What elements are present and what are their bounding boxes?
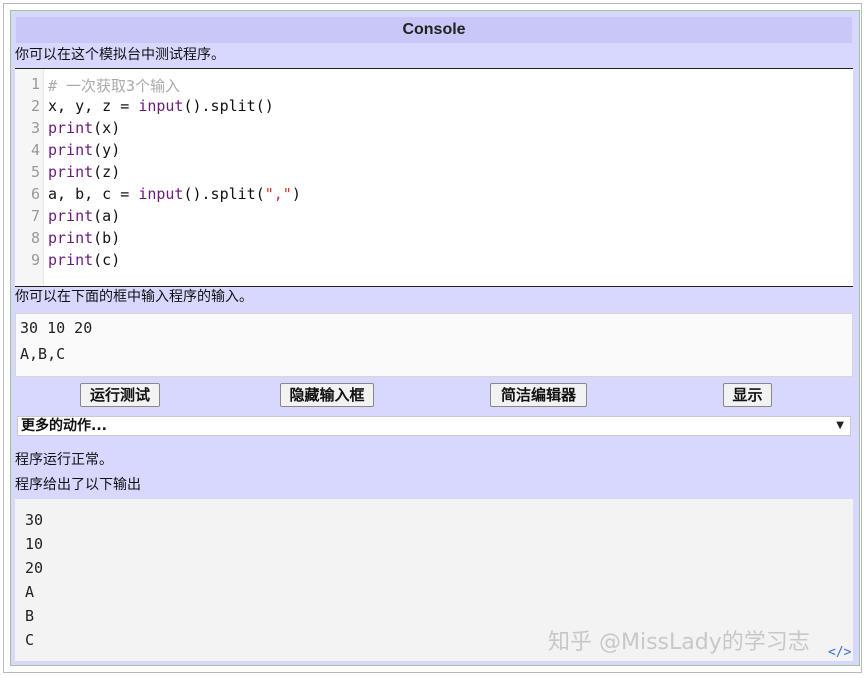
output-line: B (25, 607, 34, 625)
show-button[interactable]: 显示 (723, 383, 772, 407)
code-keyword: input (138, 97, 183, 115)
hide-input-button[interactable]: 隐藏输入框 (280, 383, 374, 407)
code-line: x, y, z = input().split() (48, 97, 274, 115)
more-actions-select[interactable]: 更多的动作... ▼ (17, 416, 851, 436)
line-number: 9 (31, 251, 40, 269)
code-text: (y) (93, 141, 120, 159)
code-text: ().split() (183, 97, 273, 115)
status-area: 程序运行正常。 程序给出了以下输出 (11, 439, 859, 499)
code-keyword: print (48, 163, 93, 181)
input-hint: 你可以在下面的框中输入程序的输入。 (15, 287, 253, 307)
code-keyword: print (48, 207, 93, 225)
code-keyword: print (48, 251, 93, 269)
code-line: print(x) (48, 119, 120, 137)
line-number: 1 (31, 75, 40, 93)
code-keyword: print (48, 119, 93, 137)
code-text: (a) (93, 207, 120, 225)
code-editor[interactable]: 1 2 3 4 5 6 7 8 9 # 一次获取3个输入 x, y, z = i… (15, 68, 853, 287)
code-line: print(b) (48, 229, 120, 247)
dropdown-arrow-icon: ▼ (836, 417, 844, 435)
watermark-text: 知乎 @MissLady的学习志 (548, 624, 810, 656)
code-line: # 一次获取3个输入 (48, 75, 180, 96)
line-number: 4 (31, 141, 40, 159)
line-number: 6 (31, 185, 40, 203)
run-status-text: 程序运行正常。 (15, 450, 113, 470)
output-line: 10 (25, 535, 43, 553)
input-line: A,B,C (20, 345, 65, 363)
code-text: (b) (93, 229, 120, 247)
code-text: ) (292, 185, 301, 203)
code-keyword: print (48, 141, 93, 159)
code-line: a, b, c = input().split(",") (48, 185, 301, 203)
console-title: Console (16, 17, 852, 43)
output-line: 30 (25, 511, 43, 529)
code-string: "," (265, 185, 292, 203)
code-line: print(a) (48, 207, 120, 225)
run-test-button[interactable]: 运行测试 (80, 383, 160, 407)
code-line: print(y) (48, 141, 120, 159)
line-number: 3 (31, 119, 40, 137)
code-expand-icon[interactable]: </> (828, 645, 851, 660)
code-text: (z) (93, 163, 120, 181)
code-comment: # 一次获取3个输入 (48, 77, 180, 95)
line-number: 7 (31, 207, 40, 225)
output-line: A (25, 583, 34, 601)
line-number: 2 (31, 97, 40, 115)
program-input-textarea[interactable]: 30 10 20 A,B,C (15, 313, 853, 377)
more-actions-selected: 更多的动作... (21, 418, 107, 434)
code-line: print(z) (48, 163, 120, 181)
code-text: (c) (93, 251, 120, 269)
code-text: ().split( (183, 185, 264, 203)
code-text: x, y, z = (48, 97, 138, 115)
code-keyword: input (138, 185, 183, 203)
editor-hint: 你可以在这个模拟台中测试程序。 (15, 45, 225, 65)
output-hint: 程序给出了以下输出 (15, 475, 141, 495)
line-number-gutter: 1 2 3 4 5 6 7 8 9 (15, 69, 44, 286)
code-text: a, b, c = (48, 185, 138, 203)
console-panel: Console 你可以在这个模拟台中测试程序。 1 2 3 4 5 6 7 8 … (10, 10, 860, 666)
output-line: C (25, 631, 34, 649)
code-line: print(c) (48, 251, 120, 269)
code-text: (x) (93, 119, 120, 137)
line-number: 8 (31, 229, 40, 247)
line-number: 5 (31, 163, 40, 181)
input-line: 30 10 20 (20, 319, 92, 337)
simple-editor-button[interactable]: 简洁编辑器 (490, 383, 587, 407)
output-line: 20 (25, 559, 43, 577)
code-keyword: print (48, 229, 93, 247)
